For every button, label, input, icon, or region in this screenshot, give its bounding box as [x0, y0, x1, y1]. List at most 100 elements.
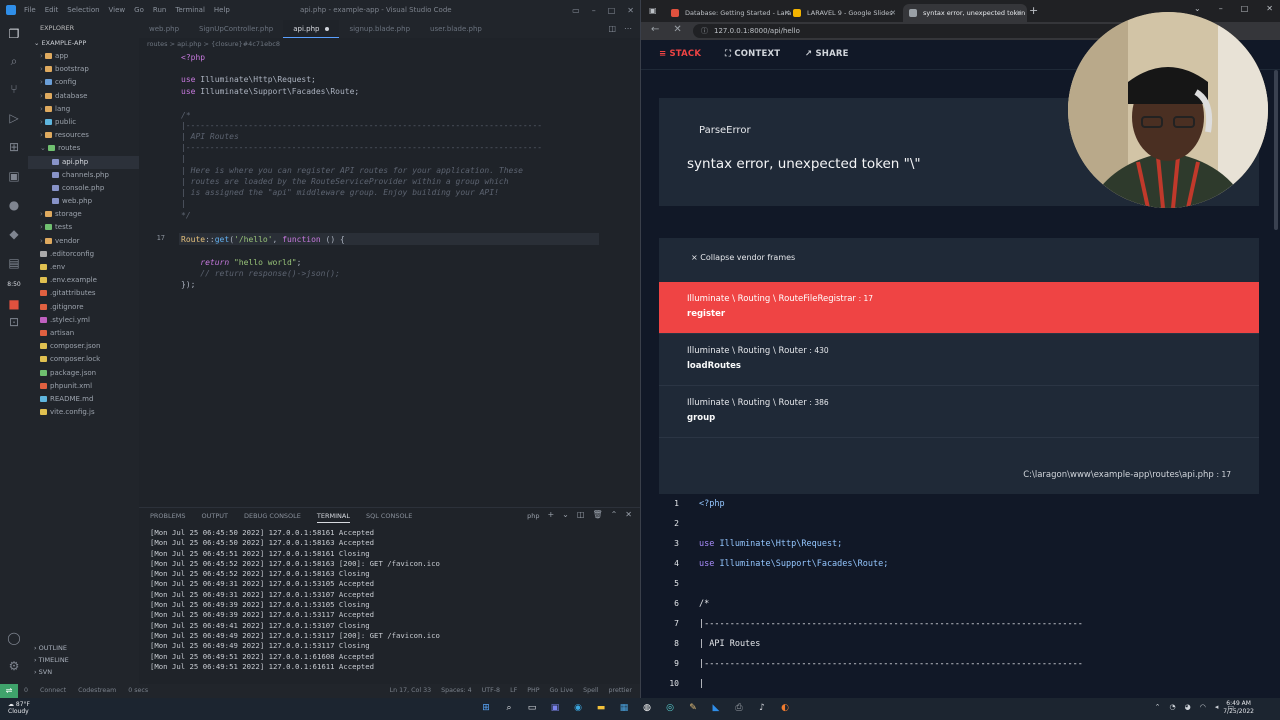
menu-help[interactable]: Help [214, 6, 230, 14]
menu-terminal[interactable]: Terminal [175, 6, 205, 14]
tab-close-icon[interactable]: ✕ [890, 4, 896, 22]
app-icon[interactable]: ✎ [687, 701, 699, 715]
close-panel-icon[interactable]: ✕ [625, 510, 632, 522]
tree-file[interactable]: composer.json [28, 340, 139, 353]
tab-web-php[interactable]: web.php [139, 20, 189, 38]
weather-widget[interactable]: ☁ 87°F Cloudy [8, 701, 30, 715]
chevron-down-icon[interactable]: ⌄ [1194, 4, 1201, 13]
browser-tab-slides[interactable]: LARAVEL 9 - Google Slides ✕ [787, 4, 901, 22]
tab-api-php[interactable]: api.php [283, 20, 340, 38]
status-language[interactable]: PHP [527, 684, 539, 698]
status-indent[interactable]: Spaces: 4 [441, 684, 472, 698]
menu-run[interactable]: Run [153, 6, 166, 14]
tree-file[interactable]: .env.example [28, 274, 139, 287]
tree-folder[interactable]: › resources [28, 129, 139, 142]
status-codestream[interactable]: Codestream [78, 684, 116, 698]
timeline-section[interactable]: › TIMELINE [28, 654, 139, 666]
start-icon[interactable]: ⊞ [480, 701, 492, 715]
terminal-view-icon[interactable]: ⊡ [6, 314, 22, 330]
tree-file[interactable]: .styleci.yml [28, 314, 139, 327]
nav-share[interactable]: ↗ SHARE [805, 49, 849, 59]
status-timer[interactable]: 0 secs [128, 684, 148, 698]
svn-section[interactable]: › SVN [28, 666, 139, 678]
collapse-vendor-frames-button[interactable]: ⨯ Collapse vendor frames [691, 253, 795, 262]
tree-file[interactable]: .gitattributes [28, 287, 139, 300]
tree-folder[interactable]: › storage [28, 208, 139, 221]
minimize-icon[interactable]: – [1219, 4, 1223, 13]
tree-folder[interactable]: ⌄ routes [28, 142, 139, 155]
gitlens-icon[interactable]: ■ [6, 296, 22, 312]
vscode-taskbar-icon[interactable]: ◣ [710, 701, 722, 715]
file-explorer-icon[interactable]: ▬ [595, 701, 607, 715]
status-go-live[interactable]: Go Live [550, 684, 574, 698]
remote-icon[interactable]: ⇌ [0, 684, 18, 698]
tree-folder[interactable]: › database [28, 90, 139, 103]
info-icon[interactable]: ⓘ [701, 27, 708, 35]
page-scrollbar[interactable] [1274, 70, 1278, 230]
menu-edit[interactable]: Edit [45, 6, 59, 14]
app-icon[interactable]: ⎙ [733, 701, 745, 715]
tree-folder[interactable]: › config [28, 76, 139, 89]
wifi-icon[interactable]: ◠ [1200, 703, 1206, 711]
status-encoding[interactable]: UTF-8 [482, 684, 500, 698]
remote-explorer-icon[interactable]: ▣ [6, 168, 22, 184]
new-tab-icon[interactable]: + [1029, 4, 1038, 17]
tree-file[interactable]: api.php [28, 155, 139, 169]
tree-file[interactable]: artisan [28, 327, 139, 340]
panel-tab-terminal[interactable]: TERMINAL [316, 512, 350, 523]
search-icon[interactable]: ⌕ [503, 701, 515, 715]
tab-search-icon[interactable]: ▣ [649, 6, 657, 15]
close-icon[interactable]: ✕ [627, 6, 634, 15]
tree-file[interactable]: console.php [28, 182, 139, 195]
menu-selection[interactable]: Selection [67, 6, 99, 14]
tree-file[interactable]: channels.php [28, 169, 139, 182]
tab-user-blade[interactable]: user.blade.php [420, 20, 492, 38]
tree-file[interactable]: vite.config.js [28, 406, 139, 419]
chevron-down-icon[interactable]: ⌄ [562, 510, 569, 522]
terminal-shell-label[interactable]: php [527, 510, 539, 522]
tree-file[interactable]: phpunit.xml [28, 380, 139, 393]
status-problems[interactable]: 0 [24, 684, 28, 698]
app-icon[interactable]: ◎ [664, 701, 676, 715]
system-clock[interactable]: 6:49 AM 7/25/2022 [1223, 700, 1254, 716]
split-terminal-icon[interactable]: ◫ [577, 510, 585, 522]
tab-close-icon[interactable]: ✕ [1016, 4, 1022, 22]
new-terminal-icon[interactable]: + [547, 510, 554, 522]
account-icon[interactable]: ◯ [6, 630, 22, 646]
browser-tab-error[interactable]: syntax error, unexpected token ✕ [903, 4, 1027, 22]
panel-tab-sql-console[interactable]: SQL CONSOLE [366, 512, 412, 523]
status-prettier[interactable]: prettier [609, 684, 632, 698]
volume-icon[interactable]: ◂ [1215, 703, 1219, 711]
tab-signup-blade[interactable]: signup.blade.php [339, 20, 420, 38]
split-editor-icon[interactable]: ◫ [608, 24, 616, 33]
maximize-panel-icon[interactable]: ⌃ [611, 510, 618, 522]
tree-file[interactable]: web.php [28, 195, 139, 208]
tab-signup-controller[interactable]: SignUpController.php [189, 20, 283, 38]
app-icon[interactable]: ◐ [779, 701, 791, 715]
stop-icon[interactable]: ✕ [673, 24, 681, 35]
explorer-icon[interactable]: ❐ [6, 26, 22, 42]
stack-frame[interactable]: Illuminate \ Routing \ Router : 386 grou… [659, 386, 1259, 438]
back-icon[interactable]: ← [651, 24, 659, 35]
outline-section[interactable]: › OUTLINE [28, 642, 139, 654]
status-cursor-position[interactable]: Ln 17, Col 33 [390, 684, 432, 698]
status-connect[interactable]: Connect [40, 684, 66, 698]
manage-gear-icon[interactable]: ⚙ [6, 658, 22, 674]
tree-file[interactable]: package.json [28, 367, 139, 380]
status-spell[interactable]: Spell [583, 684, 598, 698]
source-file-path[interactable]: C:\laragon\www\example-app\routes\api.ph… [659, 470, 1259, 480]
tree-file[interactable]: README.md [28, 393, 139, 406]
tree-file[interactable]: composer.lock [28, 353, 139, 366]
source-control-icon[interactable]: ⑂ [6, 81, 22, 97]
menu-file[interactable]: File [24, 6, 36, 14]
menu-view[interactable]: View [109, 6, 126, 14]
address-bar[interactable]: ⓘ 127.0.0.1:8000/api/hello [693, 24, 1133, 38]
more-actions-icon[interactable]: ⋯ [624, 24, 632, 33]
extensions-icon[interactable]: ⊞ [6, 139, 22, 155]
chat-icon[interactable]: ▣ [549, 701, 561, 715]
edge-icon[interactable]: ◉ [572, 701, 584, 715]
status-eol[interactable]: LF [510, 684, 517, 698]
tree-folder[interactable]: › tests [28, 221, 139, 234]
menu-go[interactable]: Go [134, 6, 144, 14]
panel-tab-output[interactable]: OUTPUT [201, 512, 228, 523]
